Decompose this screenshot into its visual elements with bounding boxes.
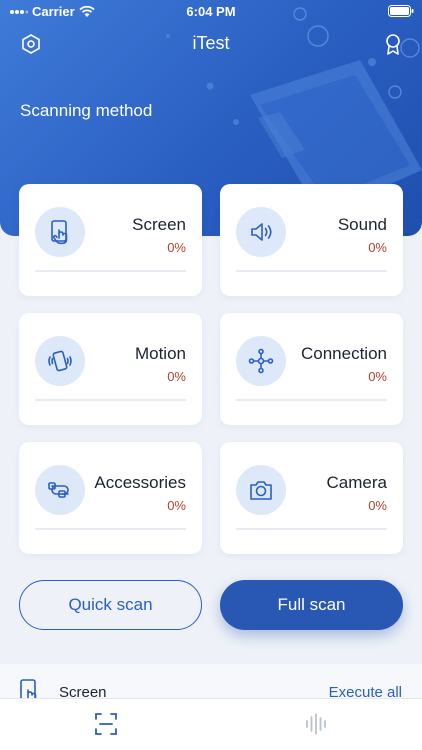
sound-wave-icon[interactable] bbox=[303, 711, 329, 737]
touch-screen-icon bbox=[35, 207, 85, 257]
scan-frame-icon[interactable] bbox=[93, 711, 119, 737]
camera-icon bbox=[236, 465, 286, 515]
card-sound[interactable]: Sound 0% bbox=[220, 184, 403, 296]
card-connection-progress bbox=[236, 399, 387, 401]
page-title: iTest bbox=[192, 33, 230, 53]
card-accessories-progress bbox=[35, 528, 186, 530]
card-sound-progress bbox=[236, 270, 387, 272]
card-screen-name: Screen bbox=[132, 215, 186, 234]
card-sound-percent: 0% bbox=[368, 240, 387, 255]
card-screen-percent: 0% bbox=[167, 240, 186, 255]
speaker-icon bbox=[236, 207, 286, 257]
card-connection-percent: 0% bbox=[368, 369, 387, 384]
card-motion-progress bbox=[35, 399, 186, 401]
card-sound-name: Sound bbox=[337, 215, 387, 234]
card-accessories-name: Accessories bbox=[94, 473, 186, 492]
card-motion[interactable]: Motion 0% bbox=[19, 313, 202, 425]
card-connection[interactable]: Connection 0% bbox=[220, 313, 403, 425]
card-camera-name: Camera bbox=[326, 473, 387, 492]
card-motion-percent: 0% bbox=[167, 369, 186, 384]
cable-icon bbox=[35, 465, 85, 515]
battery-icon bbox=[388, 5, 414, 20]
card-camera-percent: 0% bbox=[368, 498, 387, 513]
section-title: Scanning method bbox=[20, 101, 153, 120]
status-time: 6:04 PM bbox=[186, 4, 236, 19]
card-screen-progress bbox=[35, 270, 186, 272]
phone-vibrate-icon bbox=[35, 336, 85, 386]
card-camera-progress bbox=[236, 528, 387, 530]
network-nodes-icon bbox=[236, 336, 286, 386]
award-ribbon-icon[interactable] bbox=[382, 33, 404, 55]
tab-bar bbox=[0, 698, 422, 750]
card-screen[interactable]: Screen 0% bbox=[19, 184, 202, 296]
card-camera[interactable]: Camera 0% bbox=[220, 442, 403, 554]
status-bar: Carrier 6:04 PM bbox=[0, 0, 422, 22]
full-scan-button[interactable]: Full scan bbox=[220, 580, 403, 630]
quick-scan-button[interactable]: Quick scan bbox=[19, 580, 202, 630]
card-connection-name: Connection bbox=[300, 344, 387, 363]
card-accessories[interactable]: Accessories 0% bbox=[19, 442, 202, 554]
card-motion-name: Motion bbox=[134, 344, 186, 363]
card-accessories-percent: 0% bbox=[167, 498, 186, 513]
